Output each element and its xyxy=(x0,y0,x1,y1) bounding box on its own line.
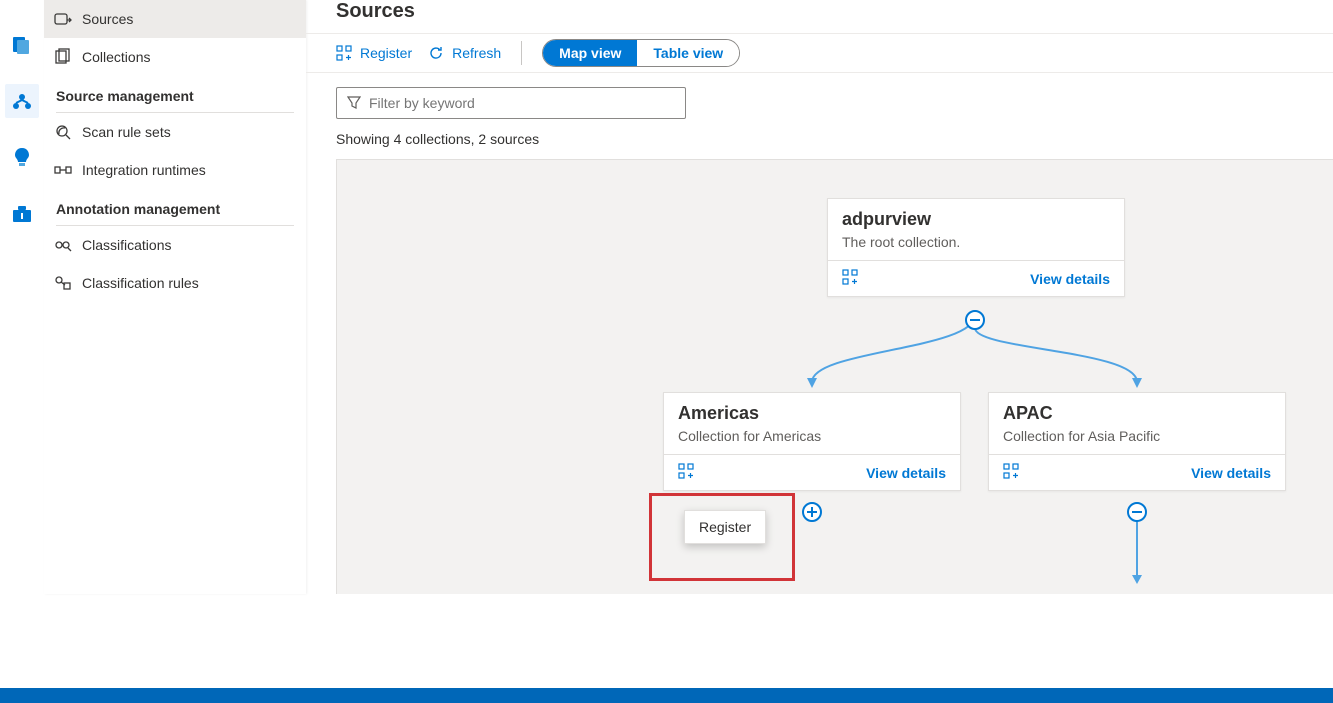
register-button[interactable]: Register xyxy=(336,45,412,61)
sidebar: Sources Collections Source management Sc… xyxy=(44,0,306,594)
canvas[interactable]: adpurview The root collection. View deta… xyxy=(336,159,1333,594)
sidebar-header-source-mgmt: Source management xyxy=(44,76,306,112)
rail-data-icon[interactable] xyxy=(5,28,39,62)
refresh-button[interactable]: Refresh xyxy=(428,45,501,61)
filter-input[interactable] xyxy=(369,95,675,111)
collection-card-americas[interactable]: Americas Collection for Americas View de… xyxy=(663,392,961,491)
view-mode-toggle: Map view Table view xyxy=(542,39,740,67)
scan-rule-icon xyxy=(54,123,72,141)
view-details-link[interactable]: View details xyxy=(1191,465,1271,481)
sidebar-item-scan-rule-sets[interactable]: Scan rule sets xyxy=(44,113,306,151)
card-subtitle: Collection for Americas xyxy=(678,428,946,444)
sidebar-item-classification-rules[interactable]: Classification rules xyxy=(44,264,306,302)
node-toggle-root[interactable] xyxy=(965,310,985,330)
seg-table-view[interactable]: Table view xyxy=(637,40,739,66)
node-toggle-apac[interactable] xyxy=(1127,502,1147,522)
collections-icon xyxy=(54,48,72,66)
card-title: APAC xyxy=(1003,403,1271,424)
classifications-icon xyxy=(54,236,72,254)
sidebar-header-annotation-mgmt: Annotation management xyxy=(44,189,306,225)
page-title: Sources xyxy=(306,0,1333,33)
collection-card-apac[interactable]: APAC Collection for Asia Pacific View de… xyxy=(988,392,1286,491)
toolbar: Register Refresh Map view Table view xyxy=(306,33,1333,73)
divider xyxy=(521,41,522,65)
context-menu-register[interactable]: Register xyxy=(699,519,751,535)
sidebar-item-label: Collections xyxy=(82,49,150,65)
classification-rules-icon xyxy=(54,274,72,292)
card-subtitle: The root collection. xyxy=(842,234,1110,250)
rail-map-icon[interactable] xyxy=(5,84,39,118)
footer-bar xyxy=(0,688,1333,703)
register-label: Register xyxy=(360,45,412,61)
card-subtitle: Collection for Asia Pacific xyxy=(1003,428,1271,444)
sidebar-item-label: Classification rules xyxy=(82,275,199,291)
seg-map-view[interactable]: Map view xyxy=(543,40,637,66)
register-grid-icon[interactable] xyxy=(842,269,858,288)
filter-input-wrapper[interactable] xyxy=(336,87,686,119)
card-title: Americas xyxy=(678,403,946,424)
filter-icon xyxy=(347,96,361,110)
nav-rail xyxy=(0,0,44,594)
node-toggle-americas[interactable] xyxy=(802,502,822,522)
sidebar-item-collections[interactable]: Collections xyxy=(44,38,306,76)
sidebar-item-sources[interactable]: Sources xyxy=(44,0,306,38)
card-title: adpurview xyxy=(842,209,1110,230)
rail-insights-icon[interactable] xyxy=(5,140,39,174)
view-details-link[interactable]: View details xyxy=(866,465,946,481)
sources-icon xyxy=(54,10,72,28)
sidebar-item-label: Integration runtimes xyxy=(82,162,206,178)
sidebar-item-label: Scan rule sets xyxy=(82,124,171,140)
filter-row xyxy=(306,73,1333,125)
sidebar-item-integration-runtimes[interactable]: Integration runtimes xyxy=(44,151,306,189)
register-grid-icon[interactable] xyxy=(678,463,694,482)
sidebar-item-label: Classifications xyxy=(82,237,171,253)
view-details-link[interactable]: View details xyxy=(1030,271,1110,287)
showing-text: Showing 4 collections, 2 sources xyxy=(306,125,1333,157)
refresh-label: Refresh xyxy=(452,45,501,61)
integration-runtimes-icon xyxy=(54,161,72,179)
main-content: Sources Register Refresh Map view Table … xyxy=(306,0,1333,594)
sidebar-item-label: Sources xyxy=(82,11,133,27)
context-menu: Register xyxy=(684,510,766,544)
rail-management-icon[interactable] xyxy=(5,196,39,230)
collection-card-root[interactable]: adpurview The root collection. View deta… xyxy=(827,198,1125,297)
register-grid-icon[interactable] xyxy=(1003,463,1019,482)
sidebar-item-classifications[interactable]: Classifications xyxy=(44,226,306,264)
